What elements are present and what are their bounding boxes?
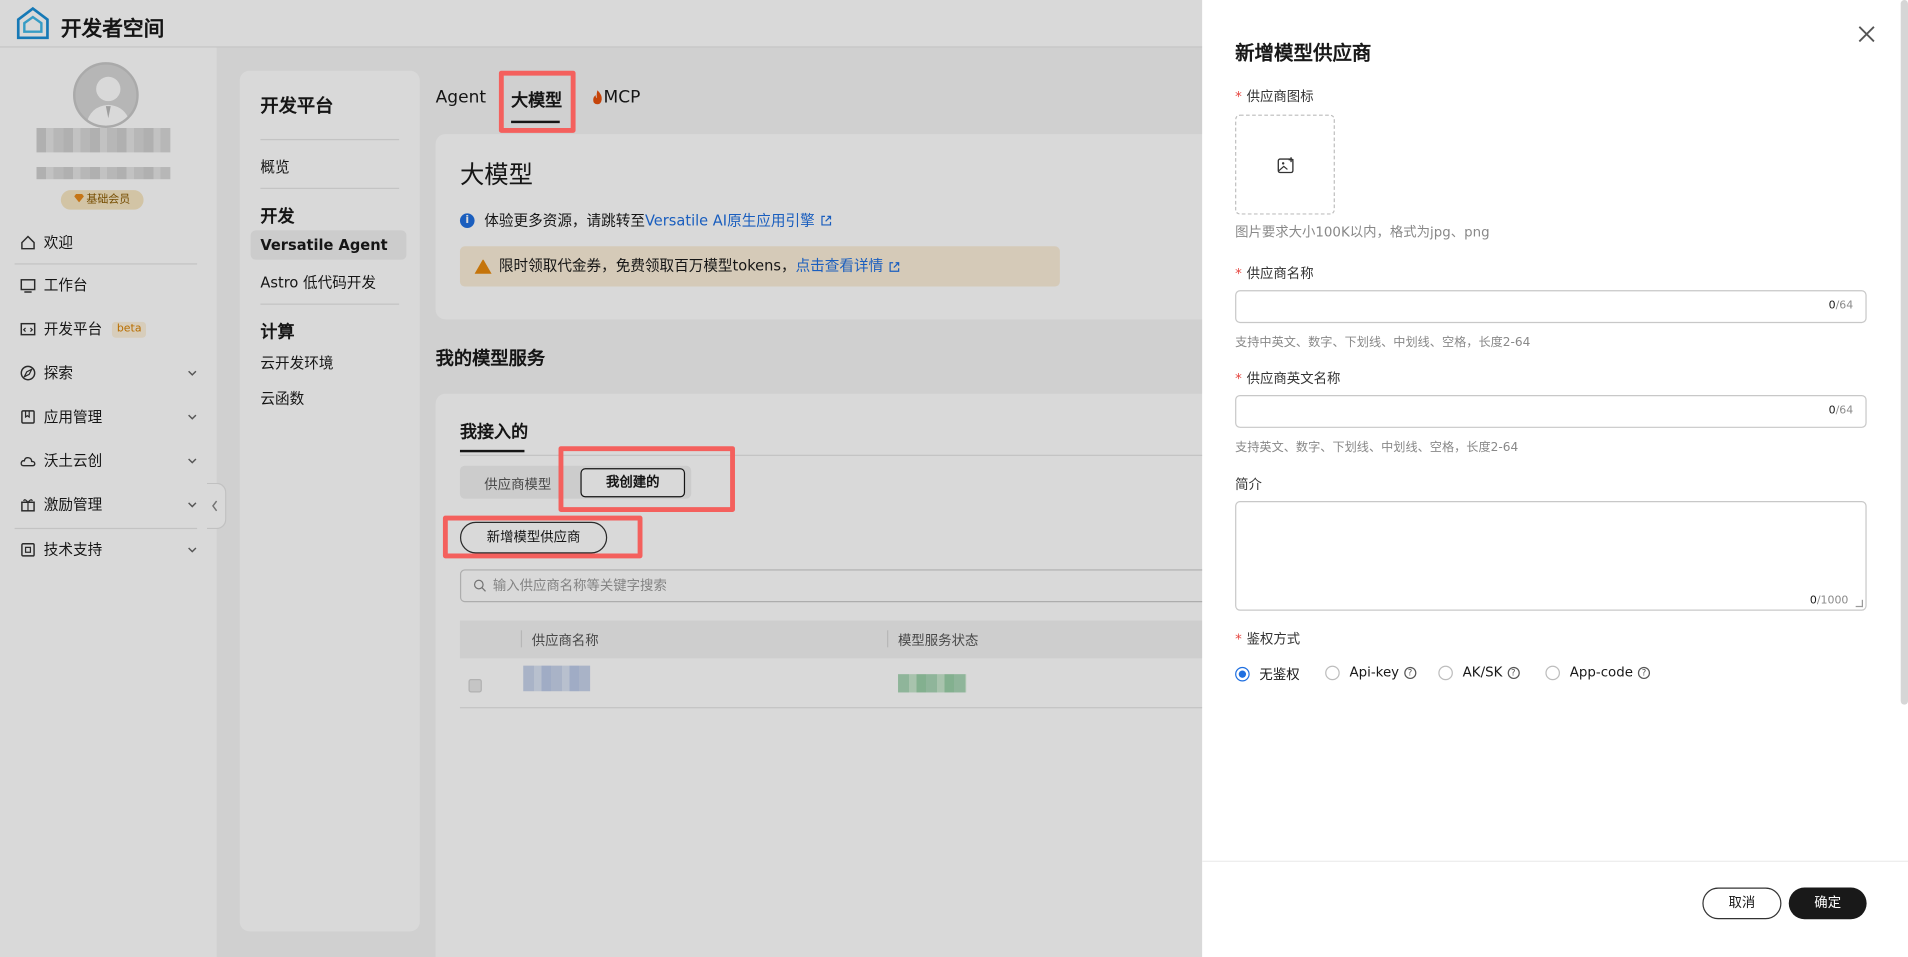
char-counter: 0/64 <box>1828 299 1854 313</box>
highlight-my-created <box>558 446 735 513</box>
vendor-icon-label: * 供应商图标 <box>1235 88 1314 105</box>
scrollbar[interactable] <box>1900 0 1908 705</box>
vendor-en-name-hint: 支持英文、数字、下划线、中划线、空格，长度2-64 <box>1235 441 1519 455</box>
highlight-large-model-tab <box>498 70 576 133</box>
close-icon[interactable] <box>1857 24 1876 44</box>
vendor-en-name-label: * 供应商英文名称 <box>1235 370 1341 387</box>
help-icon[interactable]: ? <box>1403 666 1417 679</box>
description-label: 简介 <box>1235 476 1262 493</box>
help-icon[interactable]: ? <box>1637 666 1651 679</box>
auth-method-label: * 鉴权方式 <box>1235 631 1301 648</box>
radio-unselected <box>1545 665 1560 680</box>
description-textarea[interactable]: 0/1000 <box>1235 501 1867 611</box>
vendor-name-hint: 支持中英文、数字、下划线、中划线、空格，长度2-64 <box>1235 336 1531 350</box>
radio-unselected <box>1438 665 1453 680</box>
help-icon[interactable]: ? <box>1507 666 1520 679</box>
auth-option-api-key[interactable]: Api-key? <box>1325 664 1417 680</box>
drawer-title: 新增模型供应商 <box>1235 41 1372 65</box>
vendor-en-name-input[interactable]: 0/64 <box>1235 394 1867 428</box>
resize-handle[interactable] <box>1855 599 1863 608</box>
highlight-add-vendor <box>442 515 643 559</box>
auth-option-app-code[interactable]: App-code? <box>1545 664 1651 680</box>
vendor-icon-upload[interactable] <box>1235 114 1335 215</box>
char-counter: 0/64 <box>1828 404 1854 417</box>
radio-unselected <box>1325 665 1340 680</box>
icon-hint: 图片要求大小100K以内，格式为jpg、png <box>1235 224 1490 241</box>
auth-option-none[interactable]: 无鉴权 <box>1235 664 1300 684</box>
add-vendor-drawer: 新增模型供应商 * 供应商图标 图片要求大小100K以内，格式为jpg、png *… <box>1202 0 1908 957</box>
vendor-name-input[interactable]: 0/64 <box>1235 290 1867 324</box>
auth-option-ak-sk[interactable]: AK/SK? <box>1438 664 1520 680</box>
radio-selected <box>1235 666 1250 682</box>
vendor-name-label: * 供应商名称 <box>1235 265 1314 282</box>
char-counter: 0/1000 <box>1809 594 1849 608</box>
divider <box>1202 860 1908 862</box>
image-add-icon <box>1277 157 1294 174</box>
cancel-button[interactable]: 取消 <box>1702 887 1782 920</box>
confirm-button[interactable]: 确定 <box>1788 887 1867 920</box>
